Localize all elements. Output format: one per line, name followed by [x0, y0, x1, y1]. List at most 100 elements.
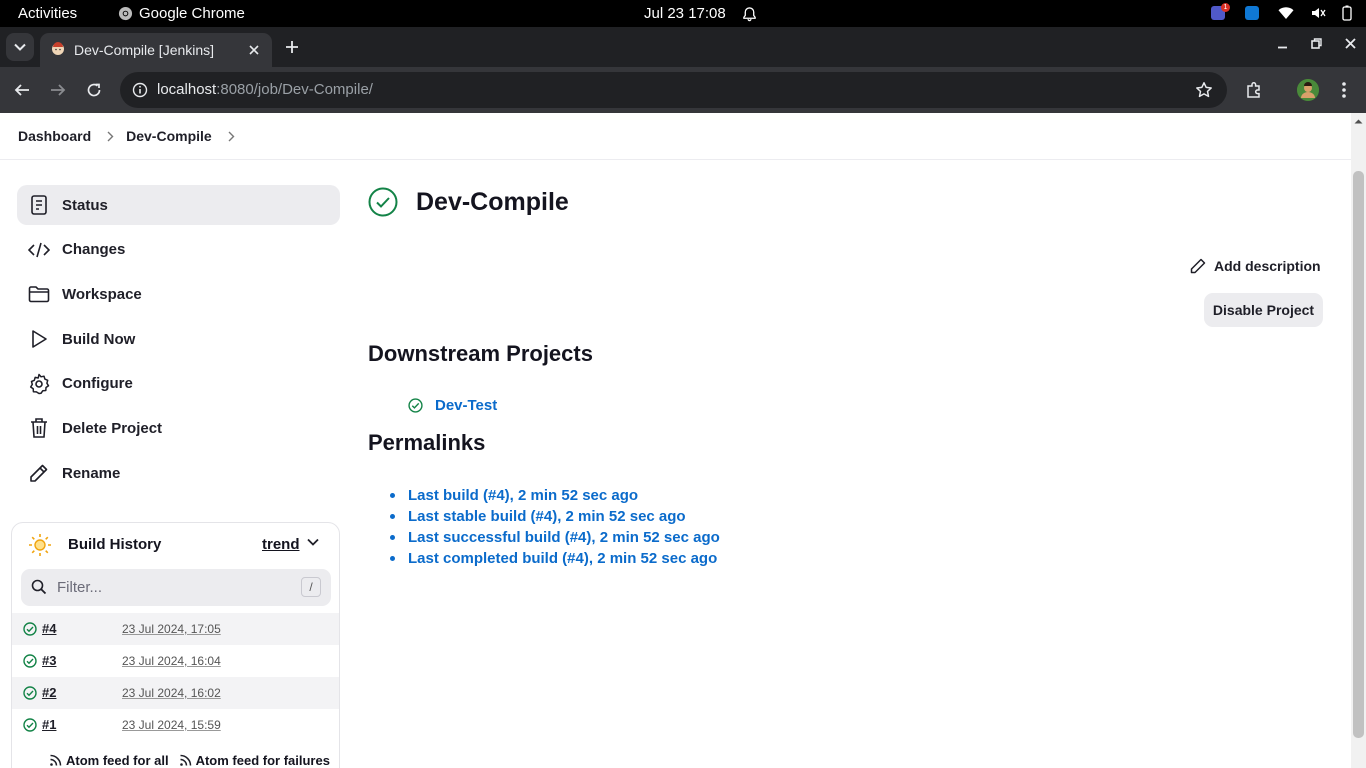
permalinks-list: Last build (#4), 2 min 52 sec ago Last s…	[390, 485, 720, 569]
trend-link[interactable]: trend	[262, 536, 300, 553]
success-check-icon	[23, 622, 37, 636]
reload-icon[interactable]	[84, 80, 104, 100]
close-tab-icon[interactable]	[246, 42, 262, 58]
build-list: #4 23 Jul 2024, 17:05 #3 23 Jul 2024, 16…	[12, 613, 339, 741]
system-tray[interactable]: 1	[1210, 3, 1352, 22]
plus-icon	[286, 41, 298, 53]
new-tab-button[interactable]	[282, 37, 302, 57]
outlook-icon[interactable]	[1244, 4, 1262, 22]
build-date[interactable]: 23 Jul 2024, 17:05	[122, 622, 221, 636]
chevron-right-icon[interactable]	[228, 131, 235, 142]
sidebar-item-delete-project[interactable]: Delete Project	[17, 408, 340, 448]
close-window-icon[interactable]	[1344, 37, 1356, 49]
trash-icon	[28, 417, 50, 439]
extensions-icon[interactable]	[1244, 80, 1264, 100]
permalink-last-build[interactable]: Last build (#4), 2 min 52 sec ago	[390, 485, 720, 506]
status-icon	[28, 194, 50, 216]
chevron-down-icon[interactable]	[307, 538, 319, 546]
breadcrumb: Dashboard Dev-Compile	[0, 113, 1351, 160]
teams-badge: 1	[1221, 3, 1230, 12]
downstream-projects-heading: Downstream Projects	[368, 341, 593, 366]
activities-button[interactable]: Activities	[18, 5, 77, 22]
folder-icon	[28, 283, 50, 305]
build-row[interactable]: #4 23 Jul 2024, 17:05	[12, 613, 339, 645]
success-check-icon	[368, 187, 398, 217]
gear-icon	[28, 373, 50, 395]
chevron-right-icon	[107, 131, 114, 142]
permalink-last-successful-build[interactable]: Last successful build (#4), 2 min 52 sec…	[390, 527, 720, 548]
job-title: Dev-Compile	[416, 187, 569, 216]
scroll-up-icon[interactable]	[1354, 118, 1363, 124]
tab-dev-compile[interactable]: Dev-Compile [Jenkins]	[40, 33, 272, 67]
build-filter-input[interactable]	[57, 577, 287, 597]
page-scrollbar[interactable]	[1351, 113, 1366, 768]
pencil-icon	[1190, 258, 1206, 274]
scrollbar-thumb[interactable]	[1353, 171, 1364, 738]
minimize-icon[interactable]	[1276, 37, 1288, 49]
build-row[interactable]: #2 23 Jul 2024, 16:02	[12, 677, 339, 709]
atom-feed-failures-link[interactable]: Atom feed for failures	[179, 753, 330, 768]
build-history-panel: Build History trend / #4 23 Jul 2024, 17…	[11, 522, 340, 768]
address-bar[interactable]: localhost:8080/job/Dev-Compile/	[120, 72, 1227, 108]
sidebar-item-configure[interactable]: Configure	[17, 364, 340, 404]
back-icon[interactable]	[12, 80, 32, 100]
filter-shortcut-hint: /	[301, 577, 321, 597]
play-icon	[28, 328, 50, 350]
chevron-down-icon	[14, 43, 26, 51]
atom-feeds: Atom feed for all Atom feed for failures	[49, 753, 330, 768]
breadcrumb-dev-compile[interactable]: Dev-Compile	[126, 128, 212, 144]
build-number-link[interactable]: #1	[42, 717, 56, 732]
site-info-icon[interactable]	[130, 80, 150, 100]
add-description-button[interactable]: Add description	[1190, 258, 1321, 274]
build-row[interactable]: #3 23 Jul 2024, 16:04	[12, 645, 339, 677]
bookmark-star-icon[interactable]	[1195, 81, 1213, 99]
build-row[interactable]: #1 23 Jul 2024, 15:59	[12, 709, 339, 741]
clock[interactable]: Jul 23 17:08	[644, 5, 757, 22]
success-check-icon	[23, 718, 37, 732]
wifi-icon	[1278, 6, 1294, 20]
os-top-bar: Activities Google Chrome Jul 23 17:08 1	[0, 0, 1366, 27]
permalinks-heading: Permalinks	[368, 430, 486, 455]
tab-search-button[interactable]	[6, 33, 34, 61]
sidebar-item-workspace[interactable]: Workspace	[17, 274, 340, 314]
downstream-project-link[interactable]: Dev-Test	[435, 397, 497, 414]
permalink-last-completed-build[interactable]: Last completed build (#4), 2 min 52 sec …	[390, 548, 720, 569]
build-number-link[interactable]: #3	[42, 653, 56, 668]
permalink-last-stable-build[interactable]: Last stable build (#4), 2 min 52 sec ago	[390, 506, 720, 527]
build-number-link[interactable]: #4	[42, 621, 56, 636]
kebab-menu-icon[interactable]	[1334, 80, 1354, 100]
profile-avatar[interactable]	[1297, 79, 1319, 101]
build-number-link[interactable]: #2	[42, 685, 56, 700]
bell-icon	[742, 6, 757, 22]
build-filter: /	[21, 569, 331, 606]
build-date[interactable]: 23 Jul 2024, 16:04	[122, 654, 221, 668]
success-check-icon	[23, 654, 37, 668]
battery-icon	[1342, 5, 1352, 21]
app-menu[interactable]: Google Chrome	[118, 5, 245, 22]
clock-text: Jul 23 17:08	[644, 5, 726, 22]
forward-icon[interactable]	[48, 80, 68, 100]
window-controls	[1276, 37, 1356, 49]
sidebar-item-build-now[interactable]: Build Now	[17, 319, 340, 359]
rss-icon	[50, 754, 62, 766]
success-check-icon	[23, 686, 37, 700]
build-date[interactable]: 23 Jul 2024, 15:59	[122, 718, 221, 732]
disable-project-button[interactable]: Disable Project	[1204, 293, 1323, 327]
weather-sunny-icon	[28, 533, 52, 557]
tab-title: Dev-Compile [Jenkins]	[74, 42, 215, 58]
tab-strip: Dev-Compile [Jenkins]	[0, 27, 1366, 67]
sidebar-item-status[interactable]: Status	[17, 185, 340, 225]
downstream-project-item[interactable]: Dev-Test	[408, 397, 497, 414]
teams-icon[interactable]: 1	[1210, 3, 1230, 22]
build-date[interactable]: 23 Jul 2024, 16:02	[122, 686, 221, 700]
breadcrumb-dashboard[interactable]: Dashboard	[18, 128, 91, 144]
sidebar: Status Changes Workspace Build Now Confi…	[17, 185, 340, 498]
restore-icon[interactable]	[1310, 37, 1322, 49]
search-icon	[31, 579, 47, 595]
code-icon	[28, 239, 50, 261]
success-check-icon	[408, 398, 423, 413]
sidebar-item-rename[interactable]: Rename	[17, 453, 340, 493]
pencil-icon	[28, 462, 50, 484]
atom-feed-all-link[interactable]: Atom feed for all	[49, 753, 169, 768]
sidebar-item-changes[interactable]: Changes	[17, 230, 340, 270]
